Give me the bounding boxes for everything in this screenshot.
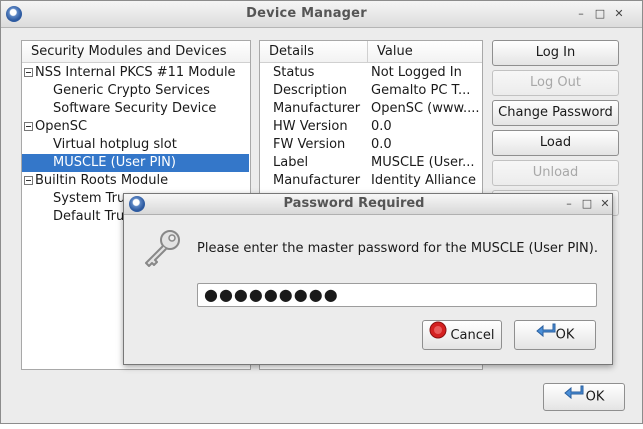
details-row: Manufacturer OpenSC (www....: [273, 101, 480, 116]
dialog-message: Please enter the master password for the…: [197, 241, 598, 256]
tree-item-nss-internal[interactable]: NSS Internal PKCS #11 Module: [24, 64, 236, 82]
tree-item-muscle-selected[interactable]: MUSCLE (User PIN): [22, 154, 249, 172]
details-row: Status Not Logged In: [273, 65, 462, 80]
ok-arrow-icon: [535, 321, 556, 349]
dialog-title: Password Required: [283, 196, 425, 211]
collapse-icon[interactable]: [24, 176, 33, 185]
details-header-row: Details Value: [260, 41, 482, 63]
dialog-maximize-button[interactable]: □: [580, 197, 594, 211]
collapse-icon[interactable]: [24, 68, 33, 77]
change-password-button[interactable]: Change Password: [492, 100, 619, 126]
details-row: Label MUSCLE (User...: [273, 155, 475, 170]
titlebar: Device Manager – □ ✕: [1, 1, 642, 28]
cancel-button[interactable]: Cancel: [422, 320, 502, 350]
details-row: FW Version 0.0: [273, 137, 392, 152]
dialog-close-button[interactable]: ✕: [598, 197, 612, 211]
password-required-dialog: Password Required – □ ✕ Please enter the…: [123, 193, 613, 365]
maximize-button[interactable]: □: [593, 7, 607, 21]
load-button[interactable]: Load: [492, 130, 619, 156]
tree-item-builtin-roots[interactable]: Builtin Roots Module: [24, 172, 168, 190]
tree-item-virtual-hotplug[interactable]: Virtual hotplug slot: [53, 136, 177, 154]
close-button[interactable]: ✕: [612, 7, 626, 21]
log-in-button[interactable]: Log In: [492, 40, 619, 66]
log-out-button[interactable]: Log Out: [492, 70, 619, 96]
details-column-header[interactable]: Details: [260, 41, 368, 63]
tree-item-default-trust[interactable]: Default Tru: [53, 208, 124, 226]
ok-button[interactable]: OK: [543, 383, 625, 411]
tree-header[interactable]: Security Modules and Devices: [22, 41, 250, 63]
collapse-icon[interactable]: [24, 122, 33, 131]
password-field[interactable]: ●●●●●●●●●: [197, 283, 597, 307]
tree-item-system-trust[interactable]: System Tru: [53, 190, 125, 208]
details-row: Manufacturer Identity Alliance: [273, 173, 477, 188]
tree-item-generic-crypto[interactable]: Generic Crypto Services: [53, 82, 210, 100]
dialog-ok-button[interactable]: OK: [514, 320, 596, 350]
unload-button[interactable]: Unload: [492, 160, 619, 186]
key-icon: [140, 227, 184, 275]
cancel-icon: [429, 321, 447, 350]
dialog-titlebar: Password Required – □ ✕: [124, 194, 612, 215]
ok-arrow-icon: [563, 384, 584, 410]
tree-item-software-security[interactable]: Software Security Device: [53, 100, 216, 118]
tree-item-opensc[interactable]: OpenSC: [24, 118, 87, 136]
dialog-minimize-button[interactable]: –: [562, 197, 576, 211]
minimize-button[interactable]: –: [574, 7, 588, 21]
value-column-header[interactable]: Value: [368, 41, 482, 63]
window-title: Device Manager: [246, 6, 367, 21]
details-row: HW Version 0.0: [273, 119, 392, 134]
details-row: Description Gemalto PC T...: [273, 83, 471, 98]
